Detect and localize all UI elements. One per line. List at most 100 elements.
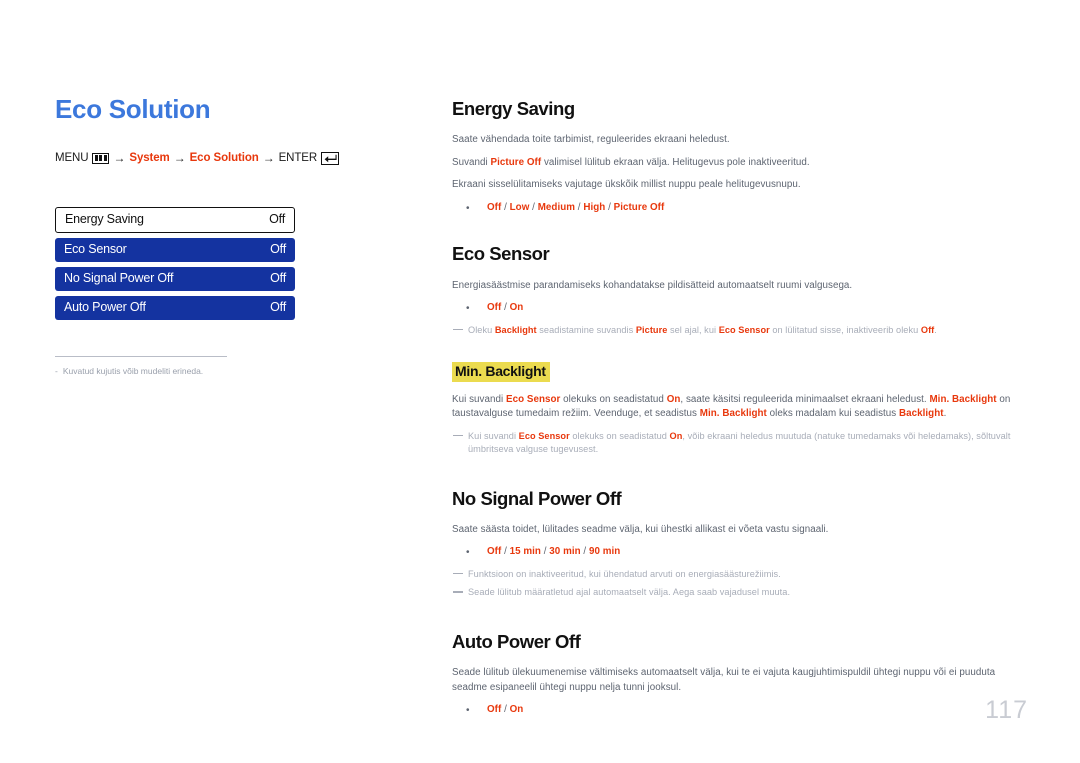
osd-row-label: Auto Power Off	[64, 300, 146, 315]
text-run: on lülitatud sisse, inaktiveerib oleku	[769, 324, 921, 335]
keyword-on: On	[666, 393, 681, 405]
option-item: Off / On	[452, 703, 1027, 718]
left-footnote: - Kuvatud kujutis võib mudeliti erineda.	[55, 355, 255, 378]
osd-menu-mock: Energy Saving Off Eco Sensor Off No Sign…	[55, 206, 295, 320]
keyword-backlight: Backlight	[494, 324, 537, 335]
section-energy-saving: Energy Saving Saate vähendada toite tarb…	[452, 98, 1027, 215]
note-line: Funktsioon on inaktiveeritud, kui ühenda…	[452, 568, 1027, 581]
option-value: Off	[487, 201, 502, 213]
section-title: Eco Sensor	[452, 243, 550, 265]
text-run: olekuks on seadistatud	[569, 430, 670, 441]
enter-return-icon	[321, 151, 340, 165]
section-auto-power-off: Auto Power Off Seade lülitub ülekuumenem…	[452, 631, 1027, 718]
keyword-picture-off: Picture Off	[490, 156, 542, 168]
option-item: Off / Low / Medium / High / Picture Off	[452, 201, 1027, 216]
text-run: olekuks on seadistatud	[560, 393, 667, 405]
text-run: , saate käsitsi reguleerida minimaalset …	[680, 393, 930, 405]
manual-page: Eco Solution MENU → System → Eco Solutio…	[0, 0, 1080, 763]
keyword-eco-sensor: Eco Sensor	[505, 393, 561, 405]
text-run: Kui suvandi	[452, 393, 506, 405]
paragraph: Ekraani sisselülitamiseks vajutage ükskõ…	[452, 179, 801, 191]
note-line: Seade lülitub määratletud ajal automaats…	[452, 586, 1027, 599]
text-run: sel ajal, kui	[667, 324, 719, 335]
text-run: .	[934, 324, 937, 335]
option-value: 30 min	[549, 546, 581, 558]
osd-row[interactable]: Eco Sensor Off	[55, 237, 295, 262]
keyword-off: Off	[920, 324, 935, 335]
option-value: High	[583, 201, 606, 213]
breadcrumb-step-eco-solution: Eco Solution	[189, 152, 259, 165]
section-title: Auto Power Off	[452, 630, 581, 652]
option-value: On	[509, 302, 524, 314]
option-value: 90 min	[588, 546, 621, 558]
text-run: seadistamine suvandis	[536, 324, 636, 335]
option-item: Off / On	[452, 301, 1027, 316]
text-run: valimisel lülitub ekraan välja. Helituge…	[541, 156, 810, 168]
option-value: Medium	[537, 201, 576, 213]
section-eco-sensor: Eco Sensor Energiasäästmise parandamisek…	[452, 243, 1027, 337]
text-run: Kui suvandi	[468, 430, 519, 441]
text-run: oleks madalam kui seadistus	[766, 408, 900, 420]
left-column: Eco Solution MENU → System → Eco Solutio…	[55, 95, 405, 377]
keyword-min-backlight: Min. Backlight	[699, 408, 767, 420]
breadcrumb-step-system: System	[129, 152, 170, 165]
osd-row-value: Off	[270, 300, 286, 315]
option-value: Off	[487, 546, 502, 558]
option-list: Off / Low / Medium / High / Picture Off	[452, 201, 1027, 216]
paragraph: Energiasäästmise parandamiseks kohandata…	[452, 279, 853, 291]
osd-row[interactable]: Auto Power Off Off	[55, 295, 295, 320]
paragraph: Suvandi Picture Off valimisel lülitub ek…	[452, 156, 1027, 170]
paragraph: Seade lülitub ülekuumenemise vältimiseks…	[452, 667, 996, 693]
menu-bars-icon	[92, 152, 110, 164]
option-value: 15 min	[509, 546, 541, 558]
osd-row-value: Off	[270, 242, 286, 257]
footnote-divider	[55, 355, 227, 357]
section-no-signal-power-off: No Signal Power Off Saate säästa toidet,…	[452, 488, 1027, 600]
option-value: Off	[487, 704, 502, 715]
option-value: Picture Off	[613, 201, 665, 213]
osd-row[interactable]: Energy Saving Off	[55, 206, 295, 233]
osd-row-value: Off	[270, 271, 286, 286]
option-list: Off / On	[452, 301, 1027, 316]
paragraph: Kui suvandi Eco Sensor olekuks on seadis…	[452, 393, 1027, 422]
section-title: Energy Saving	[452, 98, 575, 119]
breadcrumb-arrow-3: →	[262, 151, 275, 166]
paragraph: Saate säästa toidet, lülitades seadme vä…	[452, 523, 829, 535]
note-line: Kui suvandi Eco Sensor olekuks on seadis…	[452, 430, 1027, 457]
footnote-text: Kuvatud kujutis võib mudeliti erineda.	[62, 365, 204, 376]
footnote-dash: -	[55, 365, 58, 376]
text-run: Oleku	[468, 324, 495, 335]
option-value: On	[509, 704, 524, 715]
option-list: Off / 15 min / 30 min / 90 min	[452, 545, 1027, 560]
osd-row[interactable]: No Signal Power Off Off	[55, 266, 295, 291]
breadcrumb-menu-label: MENU	[55, 152, 89, 165]
option-list: Off / On	[452, 703, 1027, 718]
option-value: Off	[487, 302, 502, 314]
keyword-on: On	[669, 430, 683, 441]
keyword-eco-sensor: Eco Sensor	[718, 324, 770, 335]
section-title: No Signal Power Off	[452, 487, 622, 509]
breadcrumb-arrow-2: →	[173, 151, 186, 166]
text-run: .	[943, 408, 947, 420]
page-title: Eco Solution	[55, 94, 211, 124]
keyword-picture: Picture	[635, 324, 668, 335]
option-item: Off / 15 min / 30 min / 90 min	[452, 545, 1027, 560]
keyword-backlight: Backlight	[899, 408, 944, 420]
osd-row-label: Eco Sensor	[64, 242, 127, 257]
right-column: Energy Saving Saate vähendada toite tarb…	[452, 98, 1027, 726]
osd-row-label: Energy Saving	[65, 212, 144, 227]
note-line: Oleku Backlight seadistamine suvandis Pi…	[452, 324, 1027, 337]
breadcrumb-arrow-1: →	[113, 151, 126, 166]
osd-row-value: Off	[269, 212, 285, 227]
paragraph: Saate vähendada toite tarbimist, regulee…	[452, 134, 730, 146]
breadcrumb-enter-label: ENTER	[278, 152, 318, 165]
option-value: Low	[509, 201, 530, 213]
section-min-backlight: Min. Backlight Kui suvandi Eco Sensor ol…	[452, 362, 1027, 456]
subsection-title-highlighted: Min. Backlight	[452, 362, 550, 382]
keyword-min-backlight: Min. Backlight	[929, 393, 997, 405]
osd-row-label: No Signal Power Off	[64, 271, 174, 286]
keyword-eco-sensor: Eco Sensor	[518, 430, 570, 441]
page-number: 117	[985, 696, 1028, 724]
text-run: Suvandi	[452, 156, 491, 168]
breadcrumb: MENU → System → Eco Solution → ENTER	[55, 151, 405, 166]
